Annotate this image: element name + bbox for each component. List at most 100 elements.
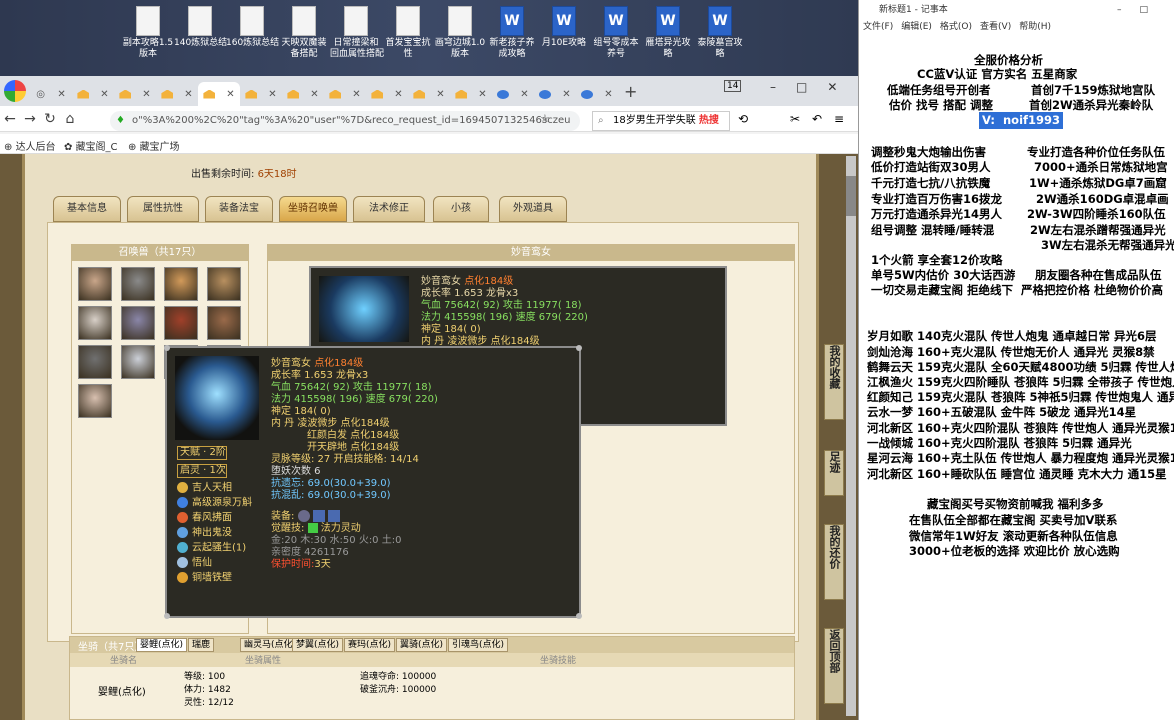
my-bargain-button[interactable]: 我的还价 (824, 524, 844, 600)
cut-icon[interactable]: ✂ (790, 112, 800, 126)
desktop-icon[interactable]: 画穹边城1.0 版本 (434, 6, 486, 60)
skill-item[interactable]: 铜墙铁壁 (177, 572, 252, 587)
tab-count-badge[interactable]: 14 (724, 80, 742, 92)
tab-globe[interactable]: ◎ ✕ (30, 82, 72, 106)
tab-6[interactable]: ✕ (282, 82, 324, 106)
desktop-icon[interactable]: 首发宝宝抗 性 (382, 6, 434, 60)
undo-icon[interactable]: ↶ (812, 112, 822, 126)
close-icon[interactable]: ✕ (436, 89, 444, 100)
skill-item[interactable]: 春风拂面 (177, 512, 252, 527)
tab-11[interactable]: ✕ (492, 82, 534, 106)
notepad-menu-item[interactable]: 文件(F) (863, 22, 893, 32)
tab-1[interactable]: ✕ (72, 82, 114, 106)
summon-thumbnail[interactable] (207, 306, 241, 340)
bookmark-1[interactable]: ⊕ 达人后台 (4, 138, 56, 153)
detail-tab[interactable]: 属性抗性 (127, 196, 199, 222)
search-box[interactable]: ⌕ 18岁男生开学失联 热搜 (592, 111, 730, 131)
url-bar[interactable]: ♦ o"%3A%200%2C%20"tag"%3A%20"user"%7D&rec… (110, 111, 580, 131)
desktop-icon[interactable]: W 泰陵墓宫攻 略 (694, 6, 746, 60)
detail-tab[interactable]: 装备法宝 (205, 196, 273, 222)
mount-tab[interactable]: 翼骑(点化) (396, 638, 448, 652)
tab-5[interactable]: ✕ (240, 82, 282, 106)
detail-tab[interactable]: 坐骑召唤兽 (279, 196, 347, 222)
tab-9[interactable]: ✕ (408, 82, 450, 106)
notepad-text[interactable]: 全服价格分析 CC蓝V认证 官方实名 五星商家 低端任务组号开创者 首创7千159炼狱… (859, 38, 1174, 720)
menu-icon[interactable]: ≡ (834, 112, 844, 126)
skill-item[interactable]: 云起骚生(1) (177, 542, 252, 557)
close-icon[interactable]: ✕ (562, 89, 570, 100)
close-icon[interactable]: ✕ (352, 89, 360, 100)
summon-thumbnail[interactable] (121, 267, 155, 301)
tab-10[interactable]: ✕ (450, 82, 492, 106)
browser-logo-icon[interactable] (4, 80, 26, 102)
back-icon[interactable]: ← (0, 111, 20, 127)
mount-tab[interactable]: 梦翼(点化) (292, 638, 344, 652)
desktop-icon[interactable]: W 雁塔异光攻 略 (642, 6, 694, 60)
back-to-top-button[interactable]: 返回顶部 (824, 628, 844, 704)
skill-item[interactable]: 高级源泉万斛 (177, 497, 252, 512)
desktop-icon[interactable]: 日常撞梁和 回血属性搭配 (330, 6, 384, 60)
close-icon[interactable]: ✕ (142, 89, 150, 100)
new-tab-icon[interactable]: + (624, 82, 637, 101)
mount-tab[interactable]: 引魂鸟(点化) (448, 638, 509, 652)
detail-tab[interactable]: 小孩 (433, 196, 489, 222)
notepad-window-controls[interactable]: –□ (1117, 0, 1166, 20)
summon-thumbnail[interactable] (78, 306, 112, 340)
close-icon[interactable]: ✕ (478, 89, 486, 100)
detail-tab[interactable]: 基本信息 (53, 196, 121, 222)
desktop-icon[interactable]: 140炼狱总结 (174, 6, 227, 49)
page-scrollbar[interactable] (846, 156, 856, 716)
summon-thumbnail[interactable] (121, 345, 155, 379)
window-controls[interactable]: –□✕ (770, 80, 857, 94)
my-favorites-button[interactable]: 我的收藏 (824, 344, 844, 420)
mount-tab[interactable]: 瑞鹿 (188, 638, 215, 652)
close-icon[interactable]: ✕ (604, 89, 612, 100)
notepad-menu-item[interactable]: 查看(V) (980, 22, 1011, 32)
sync-icon[interactable]: ⟲ (738, 112, 748, 126)
close-icon[interactable]: ✕ (100, 89, 108, 100)
mount-tab[interactable]: 赛玛(点化) (344, 638, 396, 652)
notepad-menu-item[interactable]: 帮助(H) (1019, 22, 1051, 32)
bookmark-3[interactable]: ⊕ 藏宝广场 (128, 138, 180, 153)
desktop-icon[interactable]: 160炼狱总结 (226, 6, 279, 49)
skill-item[interactable]: 神出鬼没 (177, 527, 252, 542)
notepad-menu-item[interactable]: 格式(O) (940, 22, 972, 32)
summon-thumbnail[interactable] (207, 267, 241, 301)
summon-thumbnail[interactable] (121, 306, 155, 340)
close-icon[interactable]: ✕ (310, 89, 318, 100)
desktop-icon[interactable]: W 月10E攻略 (538, 6, 590, 49)
summon-thumbnail[interactable] (164, 267, 198, 301)
close-icon[interactable]: ✕ (268, 89, 276, 100)
tab-3[interactable]: ✕ (156, 82, 198, 106)
footprint-button[interactable]: 足迹 (824, 450, 844, 496)
bookmark-2[interactable]: ✿ 藏宝阁_C (64, 138, 118, 153)
forward-icon[interactable]: → (20, 111, 40, 127)
skill-item[interactable]: 悟仙 (177, 557, 252, 572)
notepad-menu-item[interactable]: 编辑(E) (901, 22, 932, 32)
summon-thumbnail[interactable] (78, 267, 112, 301)
detail-tab[interactable]: 外观道具 (499, 196, 567, 222)
close-icon[interactable]: ✕ (184, 89, 192, 100)
summon-thumbnail[interactable] (78, 384, 112, 418)
tab-2[interactable]: ✕ (114, 82, 156, 106)
star-icon[interactable]: ☆ (540, 112, 550, 125)
desktop-icon[interactable]: 副本攻略1.5 版本 (122, 6, 174, 60)
close-icon[interactable]: ✕ (520, 89, 528, 100)
detail-tab[interactable]: 法术修正 (353, 196, 425, 222)
desktop-icon[interactable]: 天映双魔装 备搭配 (278, 6, 330, 60)
tab-7[interactable]: ✕ (324, 82, 366, 106)
desktop-icon[interactable]: W 组号零成本 养号 (590, 6, 642, 60)
skill-item[interactable]: 吉人天相 (177, 482, 252, 497)
reload-icon[interactable]: ↻ (40, 111, 60, 127)
summon-thumbnail[interactable] (78, 345, 112, 379)
tab-active[interactable]: ✕ (198, 82, 240, 106)
scrollbar-thumb[interactable] (846, 176, 856, 216)
home-icon[interactable]: ⌂ (60, 111, 80, 127)
tab-13[interactable]: ✕ (576, 82, 618, 106)
desktop-icon[interactable]: W 新老孩子养 成攻略 (486, 6, 538, 60)
summon-thumbnail[interactable] (164, 306, 198, 340)
tab-8[interactable]: ✕ (366, 82, 408, 106)
tab-12[interactable]: ✕ (534, 82, 576, 106)
mount-tab[interactable]: 婴鲤(点化) (136, 638, 188, 652)
close-icon[interactable]: ✕ (226, 89, 234, 100)
